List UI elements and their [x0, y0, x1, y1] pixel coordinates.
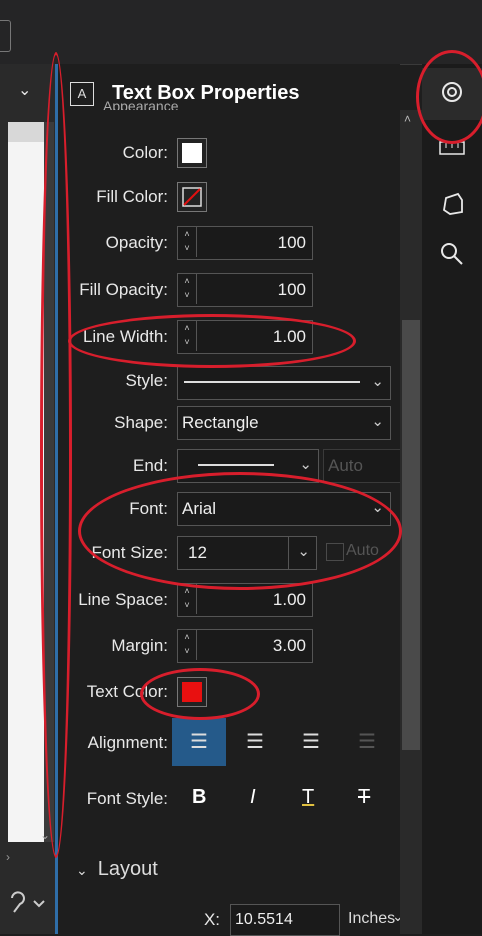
align-right-icon: ☰ — [302, 731, 320, 753]
chevron-down-icon[interactable]: ⌄ — [18, 80, 31, 100]
align-justify-icon: ☰ — [358, 731, 376, 753]
opacity-stepper[interactable]: ˄ ˅ — [178, 227, 197, 257]
shape-value: Rectangle — [182, 413, 259, 432]
strikethrough-button[interactable]: T — [358, 786, 370, 809]
font-size-divider — [288, 537, 289, 569]
line-space-label: Line Space: — [78, 590, 168, 609]
margin-stepper[interactable]: ˄ ˅ — [178, 630, 197, 660]
end-label: End: — [133, 456, 168, 475]
margin-value: 3.00 — [272, 636, 306, 655]
align-center-button[interactable]: ☰ — [228, 718, 282, 766]
text-color-swatch[interactable] — [177, 677, 207, 707]
font-size-dropdown[interactable]: 12 ⌄ — [177, 536, 317, 570]
font-dropdown[interactable]: Arial ⌄ — [177, 492, 391, 526]
color-label: Color: — [122, 143, 168, 162]
panel-scrollbar[interactable]: ˄ — [400, 110, 422, 934]
x-input[interactable]: 10.5514 — [230, 904, 340, 936]
no-fill-icon — [182, 187, 202, 207]
fill-opacity-value: 100 — [277, 280, 306, 299]
chevron-down-icon: ⌄ — [76, 862, 88, 878]
font-size-auto-label: Auto — [346, 542, 379, 559]
top-toolbar — [0, 0, 482, 65]
line-width-input[interactable]: ˄ ˅ 1.00 — [177, 320, 313, 354]
chevron-down-icon: ⌄ — [297, 543, 310, 560]
scroll-down-icon[interactable]: ⌄ — [40, 828, 50, 842]
font-value: Arial — [182, 499, 217, 518]
margin-input[interactable]: ˄ ˅ 3.00 — [177, 629, 313, 663]
toolbar-dropdown-stub[interactable] — [0, 20, 11, 52]
text-color-label: Text Color: — [86, 682, 168, 701]
shape-label: Shape: — [114, 413, 168, 432]
layout-section-label: Layout — [97, 858, 158, 880]
bold-button[interactable]: B — [192, 786, 206, 809]
opacity-value: 100 — [277, 233, 306, 252]
font-style-label: Font Style: — [86, 789, 168, 808]
fill-opacity-stepper[interactable]: ˄ ˅ — [178, 274, 197, 304]
scroll-up-icon[interactable]: ˄ — [404, 112, 411, 126]
line-end-preview — [198, 464, 274, 466]
chevron-down-icon: ⌄ — [371, 413, 384, 430]
fill-opacity-label: Fill Opacity: — [79, 280, 168, 299]
color-swatch-fill — [182, 143, 202, 163]
style-dropdown[interactable]: ⌄ — [177, 366, 391, 400]
scroll-right-icon[interactable]: › — [6, 850, 10, 864]
end-dropdown[interactable]: ⌄ — [177, 449, 319, 483]
document-page[interactable] — [8, 122, 44, 842]
font-size-value: 12 — [188, 543, 207, 562]
shape-3d-icon[interactable] — [438, 190, 466, 218]
right-tool-rail — [422, 64, 482, 934]
panel-title: Text Box Properties — [112, 82, 300, 104]
chevron-down-icon: ⌄ — [371, 373, 384, 390]
end-auto-dropdown: Auto — [323, 449, 405, 483]
font-size-auto-checkbox — [326, 543, 344, 561]
opacity-label: Opacity: — [105, 233, 168, 252]
unit-label: Inches — [348, 910, 396, 927]
x-value: 10.5514 — [235, 911, 293, 928]
document-page-header — [8, 122, 44, 142]
gear-icon[interactable] — [438, 78, 466, 106]
fill-opacity-input[interactable]: ˄ ˅ 100 — [177, 273, 313, 307]
shape-dropdown[interactable]: Rectangle ⌄ — [177, 406, 391, 440]
ruler-icon[interactable] — [438, 138, 466, 158]
fill-color-swatch[interactable] — [177, 182, 207, 212]
layout-section-header[interactable]: ⌄ Layout — [76, 858, 158, 881]
search-icon[interactable] — [438, 240, 466, 268]
fill-color-label: Fill Color: — [96, 187, 168, 206]
line-width-label: Line Width: — [82, 327, 168, 346]
x-label: X: — [203, 910, 220, 929]
chevron-down-icon: ⌄ — [371, 499, 384, 516]
color-swatch[interactable] — [177, 138, 207, 168]
line-space-input[interactable]: ˄ ˅ 1.00 — [177, 583, 313, 617]
text-color-swatch-fill — [182, 682, 202, 702]
underline-button[interactable]: T — [302, 786, 314, 809]
margin-label: Margin: — [111, 636, 168, 655]
italic-button[interactable]: I — [250, 786, 256, 809]
end-auto-value: Auto — [328, 456, 363, 475]
chevron-down-icon: ⌄ — [299, 456, 312, 473]
align-justify-button: ☰ — [342, 718, 392, 766]
document-scroll-track[interactable] — [44, 122, 54, 842]
text-box-icon: A — [70, 82, 94, 106]
font-size-label: Font Size: — [91, 543, 168, 562]
font-label: Font: — [129, 499, 168, 518]
style-label: Style: — [125, 371, 168, 390]
align-left-button[interactable]: ☰ — [172, 718, 226, 766]
line-width-stepper[interactable]: ˄ ˅ — [178, 321, 197, 351]
opacity-input[interactable]: ˄ ˅ 100 — [177, 226, 313, 260]
align-right-button[interactable]: ☰ — [284, 718, 338, 766]
line-space-stepper[interactable]: ˄ ˅ — [178, 584, 197, 614]
alignment-label: Alignment: — [87, 733, 168, 752]
line-style-preview — [184, 381, 360, 383]
user-icon[interactable] — [6, 888, 50, 918]
align-left-icon: ☰ — [190, 731, 208, 753]
scrollbar-thumb[interactable] — [402, 320, 420, 750]
align-center-icon: ☰ — [246, 731, 264, 753]
line-width-value: 1.00 — [272, 327, 306, 346]
line-space-value: 1.00 — [272, 590, 306, 609]
